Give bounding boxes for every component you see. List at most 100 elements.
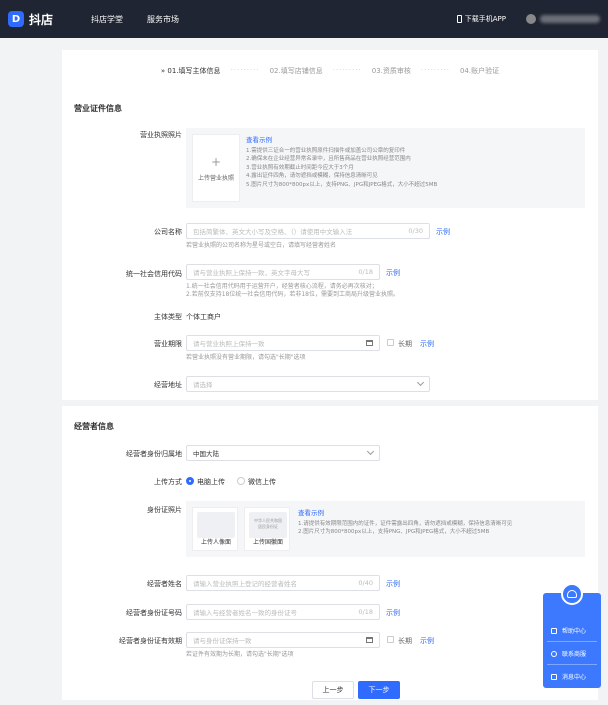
blurred-username xyxy=(540,15,600,23)
contact-service-label: 联系商服 xyxy=(562,651,587,658)
credit-code-example-link[interactable]: 示例 xyxy=(386,268,400,278)
license-tips: 查看示例 1.需提供三证合一的营业执照原件扫描件或加盖公司公章的复印件 2.确保… xyxy=(246,136,576,189)
license-section-title: 营业证件信息 xyxy=(74,104,122,113)
logo-text: 抖店 xyxy=(29,12,54,27)
user-menu[interactable] xyxy=(526,14,600,24)
entity-type-label: 主体类型 xyxy=(154,313,182,321)
chevron-down-icon xyxy=(416,378,425,387)
company-name-example-link[interactable]: 示例 xyxy=(436,227,450,237)
message-icon xyxy=(551,673,557,680)
id-validity-label: 经营者身份证有效期 xyxy=(119,637,182,645)
plus-icon: + xyxy=(210,154,222,169)
id-front-upload[interactable]: 上传人像面 xyxy=(192,507,238,551)
id-validity-placeholder: 请与身份证保持一致 xyxy=(193,637,252,645)
chevron-down-icon xyxy=(366,447,375,456)
id-tips: 查看示例 1.请提供有效期限范围内的证件，证件需露出四角，请勿遮挡或模糊，保持信… xyxy=(298,509,578,537)
address-placeholder: 请选择 xyxy=(193,381,213,389)
floating-divider xyxy=(547,641,597,642)
id-back-image: 中华人民共和国 居民身份证 xyxy=(249,512,287,538)
id-example-link[interactable]: 查看示例 xyxy=(298,509,578,518)
period-long-term-label: 长期 xyxy=(398,340,412,348)
id-back-upload[interactable]: 中华人民共和国 居民身份证 上传国徽面 xyxy=(244,507,290,551)
help-center-button[interactable]: 帮助中心 xyxy=(551,626,586,635)
nav-service-market[interactable]: 服务市场 xyxy=(147,14,179,25)
credit-code-help-line: 1.统一社会信用代码用于运营开户，经营者核心流程，请务必再次核对； xyxy=(186,283,378,290)
download-app-label: 下载手机APP xyxy=(464,15,506,23)
company-name-label: 公司名称 xyxy=(154,228,182,236)
download-app-link[interactable]: 下载手机APP xyxy=(456,14,506,24)
form-card: » 01.填写主体信息 ········· 02.填写店铺信息 ········… xyxy=(62,50,598,700)
nav-academy[interactable]: 抖店学堂 xyxy=(91,14,123,25)
period-placeholder: 请与营业执照上保持一致 xyxy=(193,340,265,348)
period-example-link[interactable]: 示例 xyxy=(420,339,434,349)
id-number-example-link[interactable]: 示例 xyxy=(386,608,400,618)
section-divider xyxy=(62,400,598,406)
license-photo-label: 营业执照照片 xyxy=(140,131,182,139)
upload-pc-radio[interactable] xyxy=(186,477,194,485)
company-name-placeholder: 包括简繁体、英文大小写及空格、（）请使用中文输入法 xyxy=(193,228,353,236)
step-4: 04.账户验证 xyxy=(459,67,500,75)
address-select[interactable]: 请选择 xyxy=(186,376,430,392)
char-count: 0/30 xyxy=(408,227,423,235)
period-help: 若营业执照没有营业期限，请勾选"长期"选项 xyxy=(186,354,306,361)
credit-code-input[interactable]: 请与营业执照上保持一致，英文字母大写 0/18 xyxy=(186,264,380,280)
address-label: 经营地址 xyxy=(154,381,182,389)
step-indicator: » 01.填写主体信息 ········· 02.填写店铺信息 ········… xyxy=(62,66,598,76)
operator-name-input[interactable]: 请输入营业执照上登记的经营者姓名 0/40 xyxy=(186,575,380,591)
step-divider: ········· xyxy=(332,66,362,74)
contact-service-button[interactable]: 联系商服 xyxy=(551,649,586,658)
credit-code-help-line: 2.若前仅支持18位统一社会信用代码，若非18位，需要到工商局升级营业执照。 xyxy=(186,291,399,298)
id-number-input[interactable]: 请输入与经营者姓名一致的身份证号 0/18 xyxy=(186,604,380,620)
upload-pc-label: 电脑上传 xyxy=(197,478,225,486)
id-long-term-label: 长期 xyxy=(398,637,412,645)
upload-wechat-radio[interactable] xyxy=(237,477,245,485)
top-nav: 抖店学堂 服务市场 xyxy=(91,14,179,25)
company-name-input[interactable]: 包括简繁体、英文大小写及空格、（）请使用中文输入法 0/30 xyxy=(186,223,430,239)
license-example-link[interactable]: 查看示例 xyxy=(246,136,576,145)
char-count: 0/18 xyxy=(358,608,373,616)
operator-name-placeholder: 请输入营业执照上登记的经营者姓名 xyxy=(193,580,297,588)
step-divider: ········· xyxy=(420,66,450,74)
headphone-icon xyxy=(551,650,557,657)
period-date-input[interactable]: 请与营业执照上保持一致 xyxy=(186,335,380,351)
top-right: 下载手机APP xyxy=(456,0,600,38)
id-upload-panel: 上传人像面 中华人民共和国 居民身份证 上传国徽面 查看示例 1.请提供有效期限… xyxy=(186,501,585,557)
id-validity-example-link[interactable]: 示例 xyxy=(420,636,434,646)
credit-code-label: 统一社会信用代码 xyxy=(126,270,182,278)
license-tip: 3.营业执照有效期截止时间距今应大于3个月 xyxy=(246,164,354,171)
id-front-label: 上传人像面 xyxy=(200,539,231,546)
logo[interactable]: D 抖店 xyxy=(8,11,53,28)
step-1: » 01.填写主体信息 xyxy=(160,67,221,75)
calendar-icon xyxy=(366,637,373,643)
top-bar: D 抖店 抖店学堂 服务市场 下载手机APP xyxy=(0,0,608,38)
operator-section-title: 经营者信息 xyxy=(74,422,114,431)
prev-button[interactable]: 上一步 xyxy=(312,681,354,699)
license-upload-panel: + 上传营业执照 查看示例 1.需提供三证合一的营业执照原件扫描件或加盖公司公章… xyxy=(186,128,585,208)
help-icon xyxy=(551,627,557,634)
step-1-label: 01.填写主体信息 xyxy=(167,67,221,75)
message-center-label: 消息中心 xyxy=(562,674,587,681)
entity-type-value: 个体工商户 xyxy=(186,313,221,321)
period-long-term-checkbox[interactable] xyxy=(387,339,394,346)
period-label: 营业期限 xyxy=(154,340,182,348)
floating-help-widget: 帮助中心 联系商服 消息中心 xyxy=(543,583,601,688)
char-count: 0/18 xyxy=(358,268,373,276)
license-tip: 1.需提供三证合一的营业执照原件扫描件或加盖公司公章的复印件 xyxy=(246,147,406,154)
id-validity-help: 若证件有效期为长期，请勾选"长期"选项 xyxy=(186,651,294,658)
char-count: 0/40 xyxy=(358,579,373,587)
operator-name-example-link[interactable]: 示例 xyxy=(386,579,400,589)
step-3: 03.资质审核 xyxy=(371,67,411,75)
avatar xyxy=(526,14,536,24)
id-back-label: 上传国徽面 xyxy=(252,539,283,546)
id-validity-date-input[interactable]: 请与身份证保持一致 xyxy=(186,632,380,648)
license-upload-button[interactable]: + 上传营业执照 xyxy=(192,134,240,202)
id-tip: 2.图片尺寸为800*800px以上，支持PNG、JPG和JPEG格式，大小不超… xyxy=(298,529,490,535)
license-tip: 2.确保未在企业经营异常名录中，且所售商品在营业执照经营范围内 xyxy=(246,156,411,162)
credit-code-help: 1.统一社会信用代码用于运营开户，经营者核心流程，请务必再次核对； 2.若前仅支… xyxy=(186,283,486,299)
id-front-image xyxy=(197,512,235,538)
region-select[interactable]: 中国大陆 xyxy=(186,445,380,461)
headset-icon[interactable] xyxy=(561,583,583,605)
next-button[interactable]: 下一步 xyxy=(358,681,400,699)
message-center-button[interactable]: 消息中心 xyxy=(551,672,586,681)
id-long-term-checkbox[interactable] xyxy=(387,636,394,643)
